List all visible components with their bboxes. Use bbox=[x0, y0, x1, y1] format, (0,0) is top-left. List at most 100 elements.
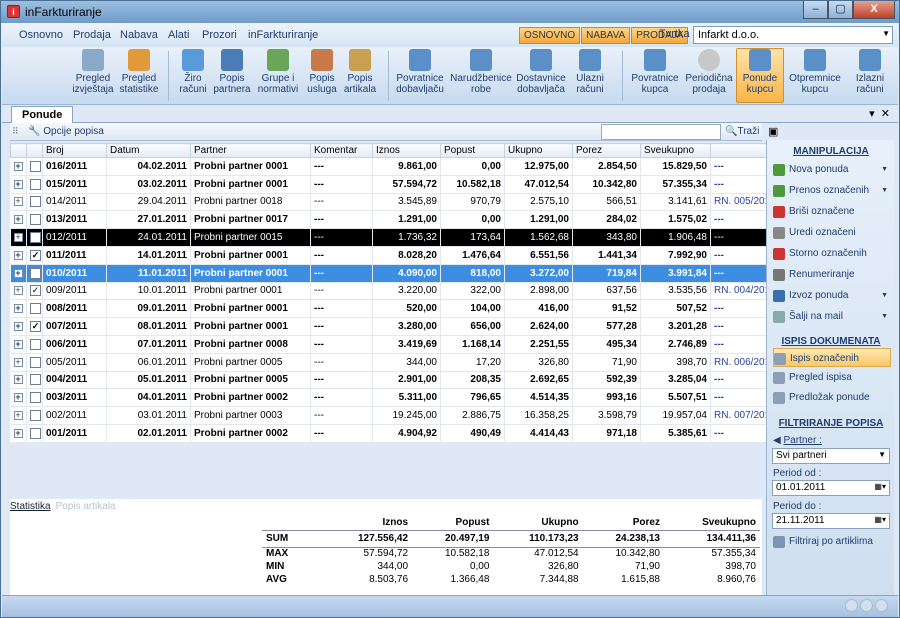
expand-icon[interactable]: + bbox=[10, 335, 27, 354]
col-iznos[interactable]: Iznos bbox=[372, 143, 441, 158]
table-row[interactable]: +003/2011 04.01.2011 Probni partner 0002 --… bbox=[10, 388, 784, 408]
table-row[interactable]: +016/2011 04.02.2011 Probni partner 0001 --… bbox=[10, 157, 784, 176]
row-checkbox[interactable] bbox=[26, 406, 43, 425]
tab-statistika[interactable]: Statistika bbox=[10, 501, 51, 512]
row-checkbox[interactable] bbox=[26, 424, 43, 443]
table-row[interactable]: +013/2011 27.01.2011 Probni partner 0017 --… bbox=[10, 210, 784, 230]
expand-icon[interactable]: + bbox=[10, 299, 27, 319]
ribbon-izlazni-racuni[interactable]: Izlazni računi bbox=[850, 49, 890, 95]
action-6[interactable]: Izvoz ponuda ▼ bbox=[773, 286, 891, 305]
col-popust[interactable]: Popust bbox=[440, 143, 505, 158]
row-checkbox[interactable] bbox=[26, 353, 43, 372]
row-checkbox[interactable]: ✓ bbox=[26, 264, 43, 283]
col-datum[interactable]: Datum bbox=[106, 143, 191, 158]
table-row[interactable]: +014/2011 29.04.2011 Probni partner 0018 --… bbox=[10, 193, 784, 212]
action-0[interactable]: Nova ponuda ▼ bbox=[773, 160, 891, 179]
menu-nabava[interactable]: Nabava bbox=[120, 29, 158, 41]
menu-osnovno[interactable]: Osnovno bbox=[19, 29, 63, 41]
table-row[interactable]: + ✓ 010/2011 11.01.2011 Probni partner 0001-… bbox=[10, 264, 784, 283]
ribbon-popis-usluga[interactable]: Popis usluga bbox=[304, 49, 340, 95]
expand-icon[interactable]: + bbox=[10, 317, 27, 336]
print-action-1[interactable]: Pregled ispisa bbox=[773, 368, 891, 387]
ribbon-pregled-izvjestaja[interactable]: Pregled izvještaja bbox=[72, 49, 114, 95]
row-checkbox[interactable]: ✓ bbox=[26, 246, 43, 265]
expand-icon[interactable]: + bbox=[10, 282, 27, 301]
action-4[interactable]: Storno označenih bbox=[773, 244, 891, 263]
table-row[interactable]: +005/2011 06.01.2011 Probni partner 0005 --… bbox=[10, 353, 784, 372]
row-checkbox[interactable] bbox=[26, 175, 43, 194]
table-row[interactable]: +004/2011 05.01.2011 Probni partner 0005 --… bbox=[10, 371, 784, 390]
panel-toggle-icon[interactable]: ▣ bbox=[768, 125, 778, 138]
action-5[interactable]: Renumeriranje bbox=[773, 265, 891, 284]
chevron-down-icon[interactable]: ▾ bbox=[869, 108, 875, 120]
action-3[interactable]: Uredi označeni bbox=[773, 223, 891, 242]
ribbon-povratnice-dobavljacu[interactable]: Povratnice dobavljaču bbox=[394, 49, 446, 95]
ribbon-popis-artikala[interactable]: Popis artikala bbox=[342, 49, 378, 95]
expand-icon[interactable]: + bbox=[10, 264, 27, 283]
table-row[interactable]: + ✓ 009/2011 10.01.2011 Probni partner 0001-… bbox=[10, 282, 784, 301]
ribbon-otpremnice-kupcu[interactable]: Otpremnice kupcu bbox=[788, 49, 842, 95]
ribbon-grupe-normativi[interactable]: Grupe i normativi bbox=[256, 49, 300, 95]
ribbon-dostavnice-dobavljaca[interactable]: Dostavnice dobavljača bbox=[514, 49, 568, 95]
row-checkbox[interactable] bbox=[26, 299, 43, 319]
period-from-field[interactable]: 01.01.2011 ▦▾ bbox=[772, 480, 890, 496]
list-options-button[interactable]: 🔧 Opcije popisa bbox=[28, 126, 104, 137]
table-row[interactable]: +008/2011 09.01.2011 Probni partner 0001 --… bbox=[10, 299, 784, 319]
expand-icon[interactable]: + bbox=[10, 246, 27, 265]
minimize-button[interactable]: – bbox=[803, 1, 828, 19]
col-partner[interactable]: Partner bbox=[190, 143, 311, 158]
filter-by-articles-button[interactable]: Filtriraj po artiklima bbox=[773, 532, 891, 551]
expand-icon[interactable]: + bbox=[10, 424, 27, 443]
row-checkbox[interactable] bbox=[26, 371, 43, 390]
expand-icon[interactable]: + bbox=[10, 175, 27, 194]
menu-alati[interactable]: Alati bbox=[168, 29, 189, 41]
period-to-field[interactable]: 21.11.2011 ▦▾ bbox=[772, 513, 890, 529]
search-button[interactable]: 🔍Traži bbox=[725, 126, 759, 137]
menu-infarkturiranje[interactable]: inFarkturiranje bbox=[248, 29, 318, 41]
table-row[interactable]: +012/2011 24.01.2011 Probni partner 0015 --… bbox=[10, 228, 784, 247]
ribbon-ziro-racuni[interactable]: Žiro računi bbox=[174, 49, 212, 95]
company-select[interactable]: Infarkt d.o.o. ▼ bbox=[693, 26, 893, 44]
mode-osnovno[interactable]: OSNOVNO bbox=[519, 27, 581, 44]
table-row[interactable]: +002/2011 03.01.2011 Probni partner 0003 --… bbox=[10, 406, 784, 425]
menu-prodaja[interactable]: Prodaja bbox=[73, 29, 111, 41]
col-komentar[interactable]: Komentar bbox=[310, 143, 373, 158]
maximize-button[interactable]: ▢ bbox=[828, 1, 853, 19]
table-row[interactable]: + ✓ 007/2011 08.01.2011 Probni partner 0001-… bbox=[10, 317, 784, 336]
tab-ponude[interactable]: Ponude bbox=[11, 106, 74, 123]
row-checkbox[interactable] bbox=[26, 157, 43, 176]
action-1[interactable]: Prenos označenih ▼ bbox=[773, 181, 891, 200]
search-input[interactable] bbox=[601, 124, 721, 140]
action-2[interactable]: Briši označene bbox=[773, 202, 891, 221]
expand-icon[interactable]: + bbox=[10, 228, 27, 247]
row-checkbox[interactable] bbox=[26, 388, 43, 408]
table-row[interactable]: +001/2011 02.01.2011 Probni partner 0002 --… bbox=[10, 424, 784, 443]
row-checkbox[interactable]: ✓ bbox=[26, 317, 43, 336]
print-action-0[interactable]: Ispis označenih bbox=[773, 348, 891, 367]
print-action-2[interactable]: Predložak ponude bbox=[773, 388, 891, 407]
mode-nabava[interactable]: NABAVA bbox=[581, 27, 631, 44]
ribbon-pregled-statistike[interactable]: Pregled statistike bbox=[118, 49, 160, 95]
close-button[interactable]: X bbox=[853, 1, 895, 19]
menu-prozori[interactable]: Prozori bbox=[202, 29, 237, 41]
partner-select[interactable]: Svi partneri ▼ bbox=[772, 448, 890, 464]
col-porez[interactable]: Porez bbox=[572, 143, 641, 158]
col-sveukupno[interactable]: Sveukupno bbox=[640, 143, 711, 158]
col-broj[interactable]: Broj bbox=[42, 143, 107, 158]
col-ukupno[interactable]: Ukupno bbox=[504, 143, 573, 158]
ribbon-ulazni-racuni[interactable]: Ulazni računi bbox=[572, 49, 608, 95]
row-checkbox[interactable]: ✓ bbox=[26, 282, 43, 301]
expand-icon[interactable]: + bbox=[10, 406, 27, 425]
table-row[interactable]: +006/2011 07.01.2011 Probni partner 0008 --… bbox=[10, 335, 784, 354]
ribbon-povratnice-kupca[interactable]: Povratnice kupca bbox=[628, 49, 682, 95]
ribbon-narudzbenice-robe[interactable]: Narudžbenice robe bbox=[450, 49, 512, 95]
table-row[interactable]: + ✓ 011/2011 14.01.2011 Probni partner 0001-… bbox=[10, 246, 784, 265]
expand-icon[interactable]: + bbox=[10, 353, 27, 372]
ribbon-popis-partnera[interactable]: Popis partnera bbox=[212, 49, 252, 95]
row-checkbox[interactable] bbox=[26, 228, 43, 247]
row-checkbox[interactable] bbox=[26, 210, 43, 230]
expand-icon[interactable]: + bbox=[10, 388, 27, 408]
action-7[interactable]: Šalji na mail ▼ bbox=[773, 307, 891, 326]
tab-popis-artikala[interactable]: Popis artikala bbox=[56, 501, 116, 512]
row-checkbox[interactable] bbox=[26, 335, 43, 354]
